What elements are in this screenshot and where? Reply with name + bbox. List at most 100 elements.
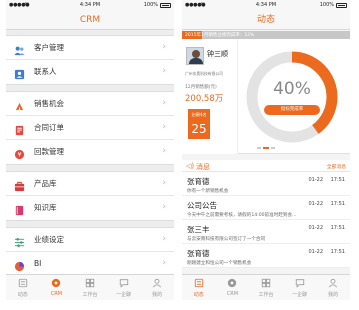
menu-group: 产品库 › 知识库 ›: [6, 171, 174, 221]
menu-item[interactable]: 联系人 ›: [6, 60, 174, 84]
menu-group: 销售机会 › 合同订单 › ¥ 回款管理 ›: [6, 91, 174, 165]
tab-label: 工作台: [82, 292, 98, 298]
tab-chat[interactable]: 一企聊: [283, 275, 317, 300]
menu-item[interactable]: 合同订单 ›: [6, 116, 174, 140]
menu-group: 业绩设定 › BI ›: [6, 227, 174, 277]
tab-label: CRM: [226, 291, 239, 297]
chevron-right-icon: ›: [162, 258, 166, 268]
banner-text: 2015年1月销售业绩完成率：12%: [185, 33, 255, 38]
rank-label: 业绩排名: [191, 112, 207, 117]
menu-item-label: 联系人: [34, 67, 57, 76]
contact-icon: [14, 66, 25, 80]
message-item[interactable]: 公司公告 01-22 17:51 今天中午之前需要考核，请假的14:00前准时赶到会.…: [182, 196, 350, 220]
completion-label: 指标完成率: [264, 105, 320, 115]
rank-value: 25: [191, 122, 207, 136]
page-dot[interactable]: [263, 147, 269, 149]
menu-item[interactable]: 产品库 ›: [6, 172, 174, 196]
chevron-right-icon: ›: [162, 146, 166, 156]
opportunity-icon: [14, 98, 25, 111]
svg-text:¥: ¥: [17, 151, 21, 159]
tab-crm[interactable]: CRM: [216, 275, 250, 300]
menu-item[interactable]: ¥ 回款管理 ›: [6, 140, 174, 164]
tab-profile[interactable]: 我的: [140, 275, 174, 300]
menu-item[interactable]: 销售机会 ›: [6, 92, 174, 116]
profile-icon: [152, 278, 162, 288]
feed-icon: [194, 278, 204, 288]
menu-item-label: 知识库: [34, 203, 57, 212]
performance-banner[interactable]: 2015年1月销售业绩完成率：12%: [182, 31, 350, 39]
all-messages-link[interactable]: 全部消息: [327, 163, 346, 170]
crm-icon: [227, 278, 237, 288]
tab-feed[interactable]: 动态: [6, 275, 40, 300]
settings-sliders-icon: [14, 234, 25, 247]
sales-value: 200.58万: [185, 94, 224, 104]
message-item[interactable]: 张育德 01-22 17:51 刚刚建立和恒公司一个销售机会: [182, 244, 350, 268]
crm-icon: [51, 278, 61, 288]
page-dot[interactable]: [257, 147, 261, 149]
tab-crm[interactable]: CRM: [40, 275, 74, 300]
sales-label: 12月销售额(元): [185, 85, 217, 90]
message-text: 你有一个新销售机会: [187, 189, 229, 194]
tab-chat[interactable]: 一企聊: [107, 275, 141, 300]
page-title: CRM: [6, 10, 174, 30]
battery-percent: 100%: [319, 2, 334, 8]
chevron-right-icon: ›: [162, 42, 166, 52]
crm-screen: ●●●●● ≋ 4:34 PM 100% CRM 客户管理 › 联系人 › 销售机会 › 合…: [6, 0, 174, 300]
tab-label: 一企聊: [292, 292, 308, 298]
user-name: 钟三顺: [207, 50, 228, 58]
message-sender: 张育德: [187, 177, 210, 186]
tab-workbench[interactable]: 工作台: [73, 275, 107, 300]
page-indicator[interactable]: [182, 147, 350, 149]
battery-icon: [336, 3, 347, 8]
battery-icon: [160, 3, 171, 8]
workbench-icon: [85, 278, 95, 288]
chat-icon: [119, 278, 129, 288]
tab-label: 动态: [17, 292, 28, 298]
product-icon: [14, 178, 25, 192]
menu-item[interactable]: 知识库 ›: [6, 196, 174, 220]
message-sender: 张三丰: [187, 225, 210, 234]
message-time: 17:51: [330, 225, 345, 231]
message-item[interactable]: 张育德 01-22 17:51 你有一个新销售机会: [182, 172, 350, 196]
customer-icon: [14, 42, 25, 56]
avatar[interactable]: [186, 47, 204, 65]
tab-profile[interactable]: 我的: [316, 275, 350, 300]
message-date: 01-22: [308, 249, 323, 255]
tab-label: CRM: [50, 291, 63, 297]
workbench-icon: [261, 278, 271, 288]
tab-label: 动态: [193, 292, 204, 298]
message-date: 01-22: [308, 225, 323, 231]
message-time: 17:51: [330, 177, 345, 183]
message-sender: 张育德: [187, 249, 210, 258]
tab-bar: 动态 CRM 工作台 一企聊 我的: [182, 274, 350, 300]
chevron-right-icon: ›: [162, 202, 166, 212]
message-item[interactable]: 张三丰 01-22 17:51 与云安南科技有限公司签订了一个合同: [182, 220, 350, 244]
menu-item[interactable]: 客户管理 ›: [6, 36, 174, 60]
feed-screen: ●●●●● ≋ 4:34 PM 100% 动态 2015年1月销售业绩完成率：1…: [182, 0, 350, 300]
menu-item-label: 回款管理: [34, 147, 64, 156]
message-text: 刚刚建立和恒公司一个销售机会: [187, 261, 252, 266]
performance-dashboard[interactable]: 钟三顺 广州玄奥科技有限公司 12月销售额(元) 200.58万 业绩排名 25…: [182, 39, 350, 154]
chevron-right-icon: ›: [162, 66, 166, 76]
tab-feed[interactable]: 动态: [182, 275, 216, 300]
battery-percent: 100%: [143, 2, 158, 8]
menu-item-label: 客户管理: [34, 43, 64, 52]
status-bar: ●●●●● ≋ 4:34 PM 100%: [182, 0, 350, 10]
menu-item-label: 业绩设定: [34, 235, 64, 244]
page-dot[interactable]: [271, 147, 275, 149]
user-summary: 钟三顺 广州玄奥科技有限公司 12月销售额(元) 200.58万 业绩排名 25: [182, 39, 238, 154]
chevron-right-icon: ›: [162, 122, 166, 132]
bi-chart-icon: [14, 258, 25, 272]
menu-item-label: BI: [34, 259, 42, 268]
feed-icon: [18, 278, 28, 288]
crm-menu: 客户管理 › 联系人 › 销售机会 › 合同订单 › ¥ 回款管理 › 产品库 › 知识库 › 业绩设定 › BI…: [6, 35, 174, 277]
menu-item[interactable]: 业绩设定 ›: [6, 228, 174, 252]
status-bar: ●●●●● ≋ 4:34 PM 100%: [6, 0, 174, 10]
menu-group: 客户管理 › 联系人 ›: [6, 35, 174, 85]
menu-item-label: 合同订单: [34, 123, 64, 132]
menu-item[interactable]: BI ›: [6, 252, 174, 276]
message-date: 01-22: [308, 177, 323, 183]
tab-workbench[interactable]: 工作台: [249, 275, 283, 300]
menu-item-label: 产品库: [34, 179, 57, 188]
payment-icon: ¥: [14, 146, 25, 160]
